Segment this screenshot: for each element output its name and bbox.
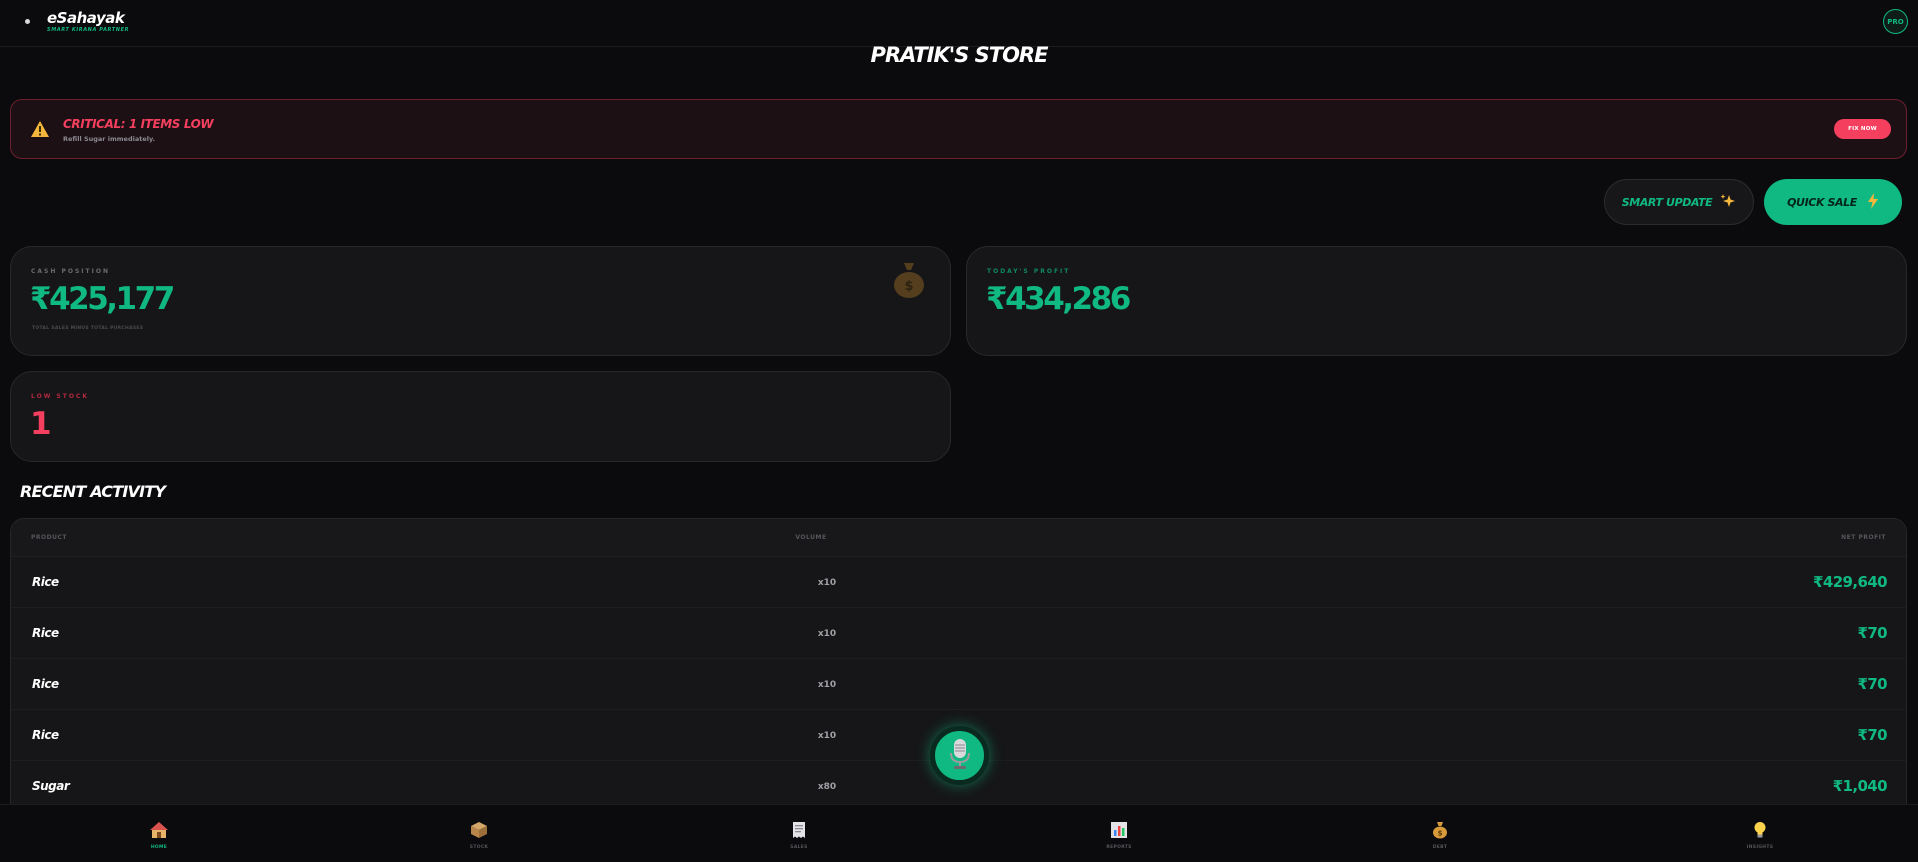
- table-header: PRODUCT VOLUME NET PROFIT: [11, 519, 1906, 557]
- row-net-profit: ₹70: [1857, 624, 1887, 642]
- svg-text:$: $: [1438, 830, 1443, 838]
- alert-title: CRITICAL: 1 ITEMS LOW: [63, 117, 214, 131]
- nav-item-sales[interactable]: SALES: [769, 821, 829, 850]
- nav-item-home[interactable]: HOME: [129, 821, 189, 850]
- row-product: Rice: [32, 575, 59, 589]
- brand-name: eSahayak: [47, 9, 125, 27]
- smart-update-button[interactable]: SMART UPDATE: [1604, 179, 1754, 225]
- todays-profit-label: TODAY'S PROFIT: [987, 268, 1071, 275]
- chart-icon: [1089, 821, 1149, 843]
- nav-item-debt[interactable]: $ DEBT: [1410, 821, 1470, 850]
- app-root: eSahayak SMART KIRANA PARTNER PRO PRATIK…: [0, 0, 1918, 862]
- row-net-profit: ₹429,640: [1813, 573, 1888, 591]
- todays-profit-card: TODAY'S PROFIT ₹434,286: [966, 246, 1907, 356]
- table-row[interactable]: Rice x10 ₹429,640: [11, 557, 1906, 608]
- nav-label-home: HOME: [150, 845, 168, 850]
- bottom-nav: HOME STOCK SALES REPORTS $ DEBT INSIGHTS: [0, 804, 1918, 862]
- nav-label-stock: STOCK: [469, 845, 489, 850]
- cash-position-value: ₹425,177: [30, 281, 175, 317]
- microphone-icon: [947, 738, 973, 774]
- smart-update-label: SMART UPDATE: [1621, 195, 1713, 209]
- low-stock-card[interactable]: LOW STOCK 1: [10, 371, 951, 462]
- cash-position-label: CASH POSITION: [31, 268, 110, 275]
- nav-label-sales: SALES: [790, 845, 808, 850]
- row-volume: x10: [817, 680, 837, 690]
- row-volume: x80: [817, 782, 837, 792]
- lightbulb-icon: [1730, 821, 1790, 843]
- row-net-profit: ₹70: [1857, 726, 1887, 744]
- column-header-product: PRODUCT: [31, 534, 67, 541]
- quick-sale-label: QUICK SALE: [1787, 195, 1857, 209]
- package-icon: [449, 821, 509, 843]
- column-header-net-profit: NET PROFIT: [1841, 534, 1886, 541]
- menu-icon[interactable]: [25, 19, 30, 24]
- row-volume: x10: [817, 731, 837, 741]
- nav-item-insights[interactable]: INSIGHTS: [1730, 821, 1790, 850]
- top-header: eSahayak SMART KIRANA PARTNER PRO: [0, 0, 1918, 47]
- row-volume: x10: [817, 629, 837, 639]
- nav-item-stock[interactable]: STOCK: [449, 821, 509, 850]
- row-net-profit: ₹1,040: [1832, 777, 1888, 795]
- house-icon: [129, 821, 189, 843]
- row-product: Rice: [32, 626, 59, 640]
- cash-position-note: TOTAL SALES MINUS TOTAL PURCHASES: [32, 326, 144, 331]
- row-product: Sugar: [32, 779, 70, 793]
- cash-position-card: CASH POSITION ₹425,177 TOTAL SALES MINUS…: [10, 246, 951, 356]
- nav-label-insights: INSIGHTS: [1746, 845, 1774, 850]
- table-row[interactable]: Rice x10 ₹70: [11, 659, 1906, 710]
- voice-input-button[interactable]: [930, 726, 989, 785]
- nav-label-debt: DEBT: [1432, 845, 1448, 850]
- low-stock-value: 1: [30, 406, 52, 442]
- low-stock-alert: CRITICAL: 1 ITEMS LOW Refill Sugar immed…: [10, 99, 1907, 159]
- row-net-profit: ₹70: [1857, 675, 1887, 693]
- brand-logo[interactable]: eSahayak SMART KIRANA PARTNER: [47, 11, 129, 34]
- nav-label-reports: REPORTS: [1106, 845, 1132, 850]
- row-product: Rice: [32, 677, 59, 691]
- row-volume: x10: [817, 578, 837, 588]
- todays-profit-value: ₹434,286: [986, 281, 1131, 317]
- row-product: Rice: [32, 728, 59, 742]
- brand-tagline: SMART KIRANA PARTNER: [47, 27, 130, 33]
- svg-text:$: $: [904, 279, 913, 294]
- nav-item-reports[interactable]: REPORTS: [1089, 821, 1149, 850]
- column-header-volume: VOLUME: [795, 534, 827, 541]
- warning-icon: [30, 120, 50, 142]
- lightning-icon: [1867, 192, 1879, 212]
- quick-sale-button[interactable]: QUICK SALE: [1764, 179, 1902, 225]
- receipt-icon: [769, 821, 829, 843]
- moneybag-icon: $: [892, 261, 926, 303]
- alert-subtitle: Refill Sugar immediately.: [63, 135, 156, 143]
- moneybag-icon: $: [1410, 821, 1470, 843]
- pro-badge[interactable]: PRO: [1883, 9, 1908, 34]
- page-title: PRATIK'S STORE: [870, 43, 1049, 67]
- low-stock-label: LOW STOCK: [31, 393, 89, 400]
- table-row[interactable]: Rice x10 ₹70: [11, 608, 1906, 659]
- sparkles-icon: [1720, 193, 1736, 212]
- fix-now-button[interactable]: FIX NOW: [1834, 119, 1891, 139]
- recent-activity-title: RECENT ACTIVITY: [20, 482, 166, 501]
